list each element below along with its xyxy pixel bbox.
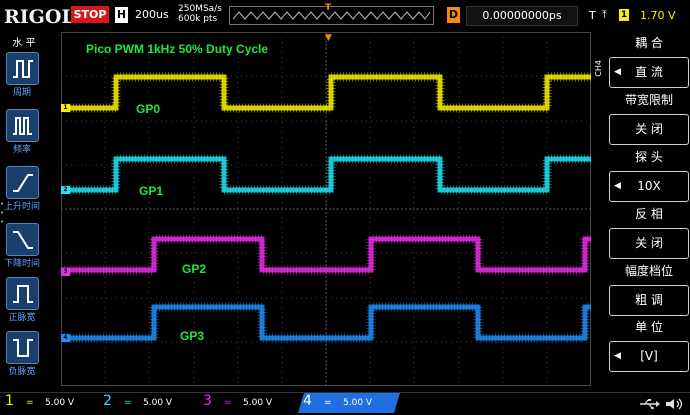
coupling-title: 耦 合 <box>635 36 663 50</box>
coupling-value: 直 流 <box>635 65 663 79</box>
ch1-offset-marker[interactable]: 1 <box>61 104 70 112</box>
waveform-noise-gp3 <box>61 302 591 343</box>
unit-title: 单 位 <box>635 320 663 334</box>
waveforms <box>61 72 591 343</box>
waveform-display[interactable] <box>61 32 591 386</box>
ch2-coupling: = <box>124 398 132 408</box>
ch2-scale: 5.00 V <box>143 398 173 408</box>
ch2-status[interactable]: 2 = 5.00 V <box>98 393 193 413</box>
unit-value: [V] <box>640 349 658 363</box>
bandwidth-limit-title: 带宽限制 <box>624 93 673 107</box>
trigger-edge-icon: ⤒ <box>602 8 607 21</box>
ch1-status[interactable]: 1 = 5.00 V <box>0 393 95 413</box>
trigger-channel-badge: 1 <box>619 9 629 21</box>
unit-option[interactable]: ◀ [V] <box>609 341 689 372</box>
speaker-icon[interactable] <box>664 396 686 410</box>
ch1-coupling: = <box>26 398 34 408</box>
positive-width-icon <box>6 277 39 310</box>
bandwidth-limit-option[interactable]: 关 闭 <box>609 114 689 145</box>
waveform-trace-gp2 <box>61 236 591 273</box>
signal-label-gp2: GP2 <box>182 262 207 276</box>
plot-title: Pico PWM 1kHz 50% Duty Cycle <box>86 42 269 56</box>
volts-div-title: 幅度档位 <box>624 264 673 278</box>
memory-depth: 600k pts <box>178 14 218 24</box>
memory-overview-strip <box>229 6 434 25</box>
timebase-value[interactable]: 200us <box>135 8 169 21</box>
rigol-logo: RIGOL <box>4 6 75 28</box>
coupling-option[interactable]: ◀ 直 流 <box>609 57 689 88</box>
ch3-status[interactable]: 3 = 5.00 V <box>198 393 293 413</box>
fall-time-label: 下降时间 <box>3 259 40 269</box>
rise-time-label: 上升时间 <box>3 202 40 212</box>
delay-value[interactable]: 0.00000000ps <box>466 6 578 26</box>
signal-label-gp3: GP3 <box>180 329 205 343</box>
positive-width-label: 正脉宽 <box>8 313 36 323</box>
ch4-offset-marker[interactable]: 4 <box>61 334 70 342</box>
probe-title: 探 头 <box>635 150 663 164</box>
trigger-position-marker[interactable]: T <box>325 3 331 13</box>
volts-div-option[interactable]: 粗 调 <box>609 285 689 316</box>
waveform-trace-gp3 <box>61 304 591 341</box>
left-arrow-icon: ◀ <box>614 351 621 361</box>
signal-label-gp1: GP1 <box>139 184 164 198</box>
frequency-icon <box>6 109 39 142</box>
positive-width-button[interactable]: 正脉宽 <box>3 277 40 333</box>
ch4-coupling: = <box>324 398 332 408</box>
frequency-button[interactable]: 频率 <box>3 109 40 165</box>
negative-width-label: 负脉宽 <box>8 367 36 377</box>
waveform-noise-gp2 <box>61 234 591 275</box>
ch4-number: 4 <box>303 393 312 409</box>
rise-time-button[interactable]: 上升时间 <box>3 166 40 222</box>
probe-value: 10X <box>637 179 661 193</box>
negative-width-button[interactable]: 负脉宽 <box>3 331 40 387</box>
ch3-coupling: = <box>224 398 232 408</box>
sample-rate: 250MSa/s <box>178 4 222 14</box>
period-label: 周期 <box>12 88 31 98</box>
ch1-number: 1 <box>5 393 14 409</box>
period-button[interactable]: 周期 <box>3 52 40 108</box>
ch2-number: 2 <box>103 393 112 409</box>
negative-width-icon <box>6 331 39 364</box>
trigger-time-marker: ▼ <box>325 33 332 43</box>
usb-icon <box>638 396 660 410</box>
run-stop-status[interactable]: STOP <box>71 6 109 23</box>
trigger-level-value[interactable]: 1.70 V <box>640 9 676 22</box>
left-arrow-icon: ◀ <box>614 67 621 77</box>
horizontal-measure-menu: 水 平 周期 频率 上升时间 • • • 下降时间 正脉宽 负脉宽 <box>0 32 48 386</box>
fall-time-button[interactable]: 下降时间 <box>3 223 40 279</box>
ch2-offset-marker[interactable]: 2 <box>61 186 70 194</box>
horizontal-label: H <box>115 7 128 23</box>
ch3-number: 3 <box>203 393 212 409</box>
sample-info: 250MSa/s 600k pts <box>178 4 222 24</box>
probe-option[interactable]: ◀ 10X <box>609 171 689 202</box>
memory-waveform-icon <box>232 11 431 20</box>
left-menu-title: 水 平 <box>12 38 36 49</box>
rise-time-icon <box>6 166 39 199</box>
invert-option[interactable]: 关 闭 <box>609 228 689 259</box>
volts-div-value: 粗 调 <box>635 293 663 307</box>
delay-label: D <box>447 7 460 23</box>
ch3-offset-marker[interactable]: 3 <box>61 268 70 276</box>
invert-value: 关 闭 <box>635 236 663 250</box>
bandwidth-limit-value: 关 闭 <box>635 122 663 136</box>
ch1-scale: 5.00 V <box>45 398 75 408</box>
invert-title: 反 相 <box>635 207 663 221</box>
menu-channel-tag: CH4 <box>594 60 603 77</box>
period-icon <box>6 52 39 85</box>
left-arrow-icon: ◀ <box>614 181 621 191</box>
ch3-scale: 5.00 V <box>243 398 273 408</box>
trigger-label: T <box>589 9 596 22</box>
fall-time-icon <box>6 223 39 256</box>
ch4-status-active[interactable]: 4 = 5.00 V <box>298 393 400 413</box>
ch4-scale: 5.00 V <box>343 398 373 408</box>
signal-label-gp0: GP0 <box>136 102 161 116</box>
frequency-label: 频率 <box>12 145 31 155</box>
